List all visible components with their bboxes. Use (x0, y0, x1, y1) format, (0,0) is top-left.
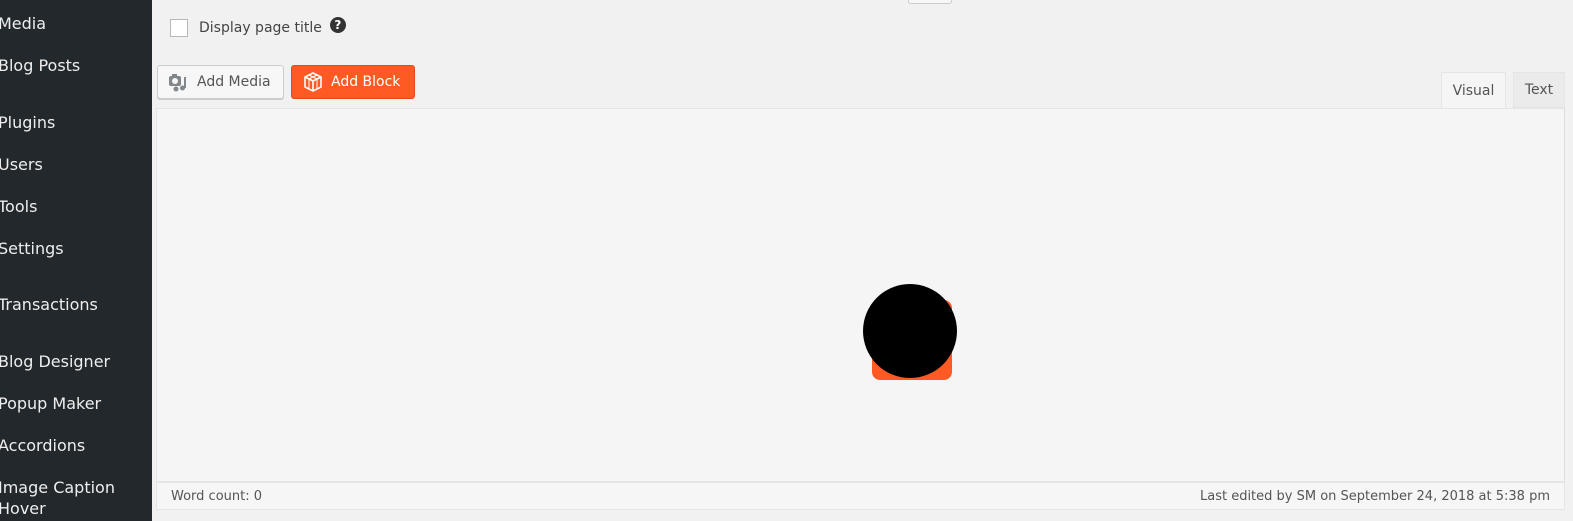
display-title-label: Display page title (199, 20, 322, 36)
sidebar-item-transactions[interactable]: Transactions (0, 294, 98, 316)
loading-indicator (863, 284, 957, 380)
editor-content-area[interactable] (156, 108, 1565, 482)
sidebar-item-image-caption-hover[interactable]: Image Caption Hover (0, 477, 128, 519)
sidebar-item-blog-designer[interactable]: Blog Designer (0, 351, 110, 373)
sidebar-item-settings[interactable]: Settings (0, 238, 64, 260)
sidebar-item-plugins[interactable]: Plugins (0, 112, 55, 134)
editor-status-bar: Word count: 0 Last edited by SM on Septe… (156, 482, 1565, 510)
tab-text[interactable]: Text (1513, 72, 1565, 108)
add-media-label: Add Media (197, 74, 271, 90)
cube-block-icon (302, 71, 324, 93)
help-icon[interactable]: ? (329, 17, 346, 33)
sidebar-item-users[interactable]: Users (0, 154, 43, 176)
add-block-label: Add Block (331, 74, 401, 90)
sidebar-item-popup-maker[interactable]: Popup Maker (0, 393, 101, 415)
display-title-checkbox[interactable] (170, 19, 188, 37)
sidebar-item-tools[interactable]: Tools (0, 196, 37, 218)
display-title-row: Display page title ? (170, 17, 346, 37)
resize-handle[interactable] (908, 0, 952, 4)
sidebar-item-media[interactable]: Media (0, 13, 46, 35)
add-block-button[interactable]: Add Block (291, 65, 415, 99)
last-edited: Last edited by SM on September 24, 2018 … (1199, 488, 1550, 504)
word-count: Word count: 0 (171, 488, 263, 504)
tab-visual[interactable]: Visual (1441, 72, 1506, 109)
media-camera-music-icon (168, 71, 190, 93)
sidebar-item-accordions[interactable]: Accordions (0, 435, 85, 457)
admin-sidebar: Media Blog Posts Plugins Users Tools Set… (0, 0, 152, 521)
add-media-button[interactable]: Add Media (157, 65, 284, 99)
loader-circle-icon (863, 284, 957, 378)
main-content: Display page title ? Add Media Add Block… (152, 0, 1573, 521)
sidebar-item-blog-posts[interactable]: Blog Posts (0, 55, 80, 77)
